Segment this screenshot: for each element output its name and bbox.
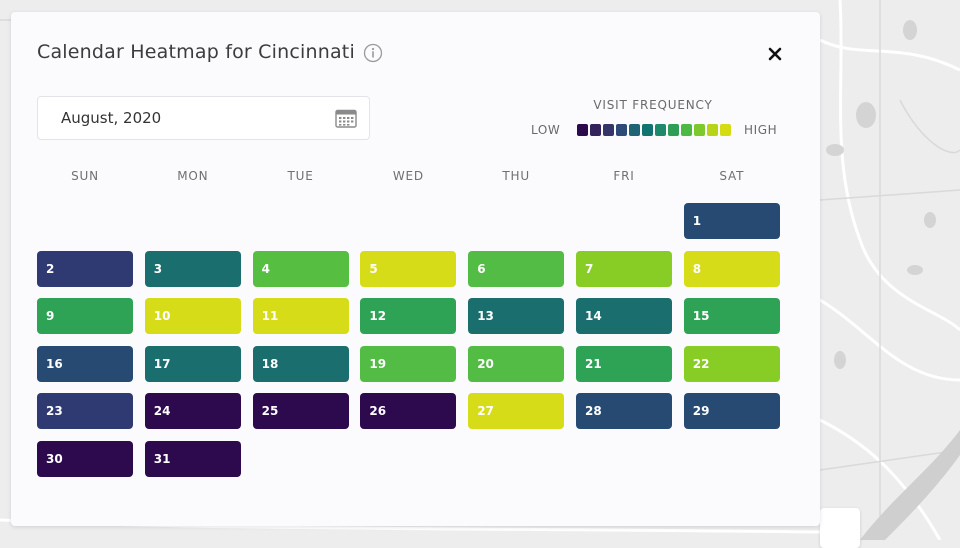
day-number: 27 [477,404,494,419]
day-cell-8[interactable]: 8 [683,250,780,287]
day-number: 21 [585,356,602,371]
day-number: 31 [153,452,171,466]
day-number: 2 [46,261,55,276]
weekday-header-mon: MON [177,169,209,183]
day-cell-29[interactable]: 29 [683,393,780,430]
day-number: 10 [153,309,171,324]
legend-swatch [642,124,653,136]
day-cell-16[interactable]: 16 [37,345,133,382]
day-cell-12[interactable]: 12 [360,298,457,335]
legend-color-scale [577,124,731,136]
day-cell-22[interactable]: 22 [683,345,780,382]
day-number: 1 [692,214,702,228]
map-control-card[interactable] [820,508,860,548]
day-number: 30 [46,452,63,466]
day-cell-17[interactable]: 17 [144,345,241,382]
day-number: 14 [585,309,602,324]
day-cell-25[interactable]: 25 [252,393,349,430]
day-number: 18 [261,356,279,371]
day-number: 15 [692,309,710,324]
weekday-header-wed: WED [392,169,424,183]
weekday-header-sun: SUN [71,169,99,183]
day-cell-23[interactable]: 23 [37,393,133,430]
weekday-header-tue: TUE [287,169,314,183]
day-number: 6 [477,261,486,276]
day-cell-19[interactable]: 19 [360,345,457,382]
day-number: 25 [261,404,279,419]
weekday-header-fri: FRI [613,169,635,183]
legend-swatch [616,124,627,136]
info-icon[interactable] [363,43,383,63]
day-cell-26[interactable]: 26 [360,393,457,430]
legend-swatch [681,124,692,136]
day-number: 16 [46,356,63,371]
calendar-heatmap-panel: Calendar Heatmap for Cincinnati August, … [11,12,820,526]
day-number: 20 [477,356,494,371]
legend-low-label: LOW [531,123,561,137]
legend-swatch [629,124,640,136]
day-cell-2[interactable]: 2 [37,250,133,287]
day-number: 4 [261,261,270,276]
day-cell-6[interactable]: 6 [468,250,565,287]
day-number: 5 [369,261,378,276]
day-cell-13[interactable]: 13 [468,298,565,335]
legend-swatch [590,124,601,136]
day-number: 11 [261,309,279,324]
legend-title: VISIT FREQUENCY [593,98,713,112]
day-number: 13 [477,309,494,324]
day-cell-21[interactable]: 21 [576,345,672,382]
day-cell-28[interactable]: 28 [576,393,672,430]
month-picker-value: August, 2020 [61,109,162,127]
legend-swatch [694,124,705,136]
day-cell-9[interactable]: 9 [37,298,133,335]
legend-swatch [668,124,679,136]
legend-swatch [577,124,588,136]
month-picker-input[interactable]: August, 2020 [37,96,370,140]
day-cell-15[interactable]: 15 [683,298,780,335]
legend-swatch [603,124,614,136]
day-cell-4[interactable]: 4 [252,250,349,287]
day-cell-20[interactable]: 20 [468,345,565,382]
weekday-header-thu: THU [502,169,530,183]
day-cell-1[interactable]: 1 [683,203,780,239]
day-cell-10[interactable]: 10 [144,298,241,335]
day-cell-11[interactable]: 11 [252,298,349,335]
day-cell-14[interactable]: 14 [576,298,672,335]
day-cell-24[interactable]: 24 [144,393,241,430]
day-cell-27[interactable]: 27 [468,393,565,430]
legend-swatch [720,124,731,136]
day-cell-7[interactable]: 7 [576,250,672,287]
day-cell-3[interactable]: 3 [144,250,241,287]
day-number: 3 [153,261,163,276]
day-number: 12 [369,309,387,324]
day-number: 26 [369,404,387,419]
legend-swatch [655,124,666,136]
day-number: 29 [692,404,710,419]
day-number: 22 [692,356,710,371]
weekday-header-sat: SAT [719,169,745,183]
day-number: 19 [369,356,387,371]
legend-high-label: HIGH [744,123,778,137]
day-number: 8 [692,261,702,276]
day-cell-18[interactable]: 18 [252,345,349,382]
day-number: 9 [46,309,55,324]
day-number: 7 [585,261,594,276]
day-cell-5[interactable]: 5 [360,250,457,287]
day-number: 23 [46,404,63,419]
calendar-icon[interactable] [335,108,357,128]
close-icon[interactable] [763,42,787,66]
day-cell-31[interactable]: 31 [144,441,241,477]
panel-title: Calendar Heatmap for Cincinnati [37,41,355,63]
legend-swatch [707,124,718,136]
day-cell-30[interactable]: 30 [37,441,133,477]
day-number: 28 [585,404,602,419]
day-number: 24 [153,404,171,419]
day-number: 17 [153,356,171,371]
